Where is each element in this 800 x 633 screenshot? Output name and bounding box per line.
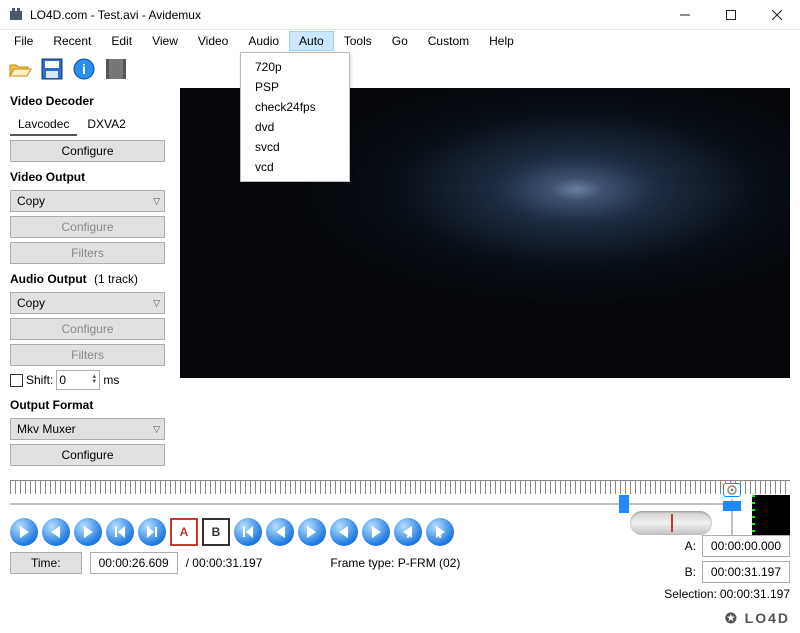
- play-button[interactable]: [10, 518, 38, 546]
- next-keyframe-button[interactable]: [138, 518, 166, 546]
- frame-type: Frame type: P-FRM (02): [330, 556, 460, 570]
- time-field[interactable]: 00:00:26.609: [90, 552, 178, 574]
- menubar: File Recent Edit View Video Audio Auto T…: [0, 30, 800, 52]
- time-label: Time:: [10, 552, 82, 574]
- prev-cut-button[interactable]: [330, 518, 358, 546]
- watermark: ✪ LO4D: [719, 608, 796, 629]
- shift-checkbox[interactable]: [10, 374, 23, 387]
- video-configure-button[interactable]: Configure: [10, 216, 165, 238]
- decoder-tab-lavcodec[interactable]: Lavcodec: [10, 114, 77, 136]
- auto-item-720p[interactable]: 720p: [241, 57, 349, 77]
- set-marker-a-button[interactable]: A: [170, 518, 198, 546]
- selection-panel: A: 00:00:00.000 B: 00:00:31.197 Selectio…: [590, 535, 790, 605]
- video-decoder-label: Video Decoder: [10, 94, 170, 108]
- menu-audio[interactable]: Audio: [238, 31, 289, 51]
- svg-text:■: ■: [406, 534, 409, 539]
- duration-value: / 00:00:31.197: [186, 556, 263, 570]
- auto-item-psp[interactable]: PSP: [241, 77, 349, 97]
- prev-keyframe-button[interactable]: [106, 518, 134, 546]
- spinner-arrows-icon: ▲▼: [91, 375, 97, 385]
- window-title: LO4D.com - Test.avi - Avidemux: [30, 8, 662, 22]
- content: Video Decoder Lavcodec DXVA2 Configure V…: [0, 86, 800, 470]
- menu-video[interactable]: Video: [188, 31, 238, 51]
- audio-output-value: Copy: [17, 296, 45, 310]
- marker-b-label: B:: [685, 565, 696, 579]
- audio-output-label: Audio Output (1 track): [10, 272, 170, 286]
- marker-b-field[interactable]: 00:00:31.197: [702, 561, 790, 583]
- marker-a-label: A:: [685, 539, 696, 553]
- menu-help[interactable]: Help: [479, 31, 524, 51]
- audio-tracks-count: (1 track): [94, 272, 138, 286]
- shift-label: Shift:: [26, 373, 53, 387]
- jog-dial[interactable]: [630, 511, 712, 535]
- video-filters-button[interactable]: Filters: [10, 242, 165, 264]
- minimize-button[interactable]: [662, 0, 708, 30]
- menu-go[interactable]: Go: [382, 31, 418, 51]
- auto-item-dvd[interactable]: dvd: [241, 117, 349, 137]
- prev-black-button[interactable]: ■: [394, 518, 422, 546]
- video-output-label: Video Output: [10, 170, 170, 184]
- audio-configure-button[interactable]: Configure: [10, 318, 165, 340]
- selection-label: Selection:: [664, 587, 717, 601]
- output-format-select[interactable]: Mkv Muxer ▽: [10, 418, 165, 440]
- next-black-button[interactable]: ■: [426, 518, 454, 546]
- open-icon[interactable]: [6, 55, 34, 83]
- shift-unit: ms: [103, 373, 119, 387]
- timeline-handle[interactable]: [619, 495, 629, 513]
- audio-filters-button[interactable]: Filters: [10, 344, 165, 366]
- decoder-tabs: Lavcodec DXVA2: [10, 114, 170, 136]
- shift-value: 0: [59, 373, 66, 387]
- toolbar: i: [0, 52, 800, 86]
- decoder-tab-dxva2[interactable]: DXVA2: [79, 114, 133, 136]
- decoder-configure-button[interactable]: Configure: [10, 140, 165, 162]
- close-button[interactable]: [754, 0, 800, 30]
- menu-edit[interactable]: Edit: [101, 31, 142, 51]
- shift-row: Shift: 0 ▲▼ ms: [10, 370, 170, 390]
- auto-item-check24fps[interactable]: check24fps: [241, 97, 349, 117]
- set-marker-b-button[interactable]: B: [202, 518, 230, 546]
- next-cut-button[interactable]: [362, 518, 390, 546]
- menu-tools[interactable]: Tools: [334, 31, 382, 51]
- shift-spinner[interactable]: 0 ▲▼: [56, 370, 100, 390]
- next-frame-button[interactable]: [74, 518, 102, 546]
- save-icon[interactable]: [38, 55, 66, 83]
- chevron-down-icon: ▽: [153, 424, 160, 435]
- film-icon[interactable]: [102, 55, 130, 83]
- chevron-down-icon: ▽: [153, 298, 160, 309]
- maximize-button[interactable]: [708, 0, 754, 30]
- auto-item-vcd[interactable]: vcd: [241, 157, 349, 177]
- output-format-value: Mkv Muxer: [17, 422, 76, 436]
- video-output-select[interactable]: Copy ▽: [10, 190, 165, 212]
- svg-text:■: ■: [438, 534, 441, 539]
- prev-frame-button[interactable]: [42, 518, 70, 546]
- menu-auto[interactable]: Auto: [289, 31, 334, 51]
- chevron-down-icon: ▽: [153, 196, 160, 207]
- video-output-value: Copy: [17, 194, 45, 208]
- auto-dropdown: 720p PSP check24fps dvd svcd vcd: [240, 52, 350, 182]
- audio-output-select[interactable]: Copy ▽: [10, 292, 165, 314]
- volume-handle[interactable]: [723, 501, 741, 511]
- menu-file[interactable]: File: [4, 31, 43, 51]
- goto-start-button[interactable]: [234, 518, 262, 546]
- speaker-icon: [723, 483, 741, 497]
- auto-item-svcd[interactable]: svcd: [241, 137, 349, 157]
- menu-view[interactable]: View: [142, 31, 188, 51]
- audio-output-label-text: Audio Output: [10, 272, 87, 286]
- titlebar: LO4D.com - Test.avi - Avidemux: [0, 0, 800, 30]
- goto-marker-b-button[interactable]: [298, 518, 326, 546]
- marker-a-field[interactable]: 00:00:00.000: [702, 535, 790, 557]
- output-format-label: Output Format: [10, 398, 170, 412]
- selection-value: 00:00:31.197: [720, 587, 790, 601]
- menu-custom[interactable]: Custom: [418, 31, 479, 51]
- goto-marker-a-button[interactable]: [266, 518, 294, 546]
- svg-text:i: i: [82, 61, 86, 77]
- menu-recent[interactable]: Recent: [43, 31, 101, 51]
- info-icon[interactable]: i: [70, 55, 98, 83]
- sidebar: Video Decoder Lavcodec DXVA2 Configure V…: [0, 86, 180, 470]
- app-icon: [8, 7, 24, 23]
- output-configure-button[interactable]: Configure: [10, 444, 165, 466]
